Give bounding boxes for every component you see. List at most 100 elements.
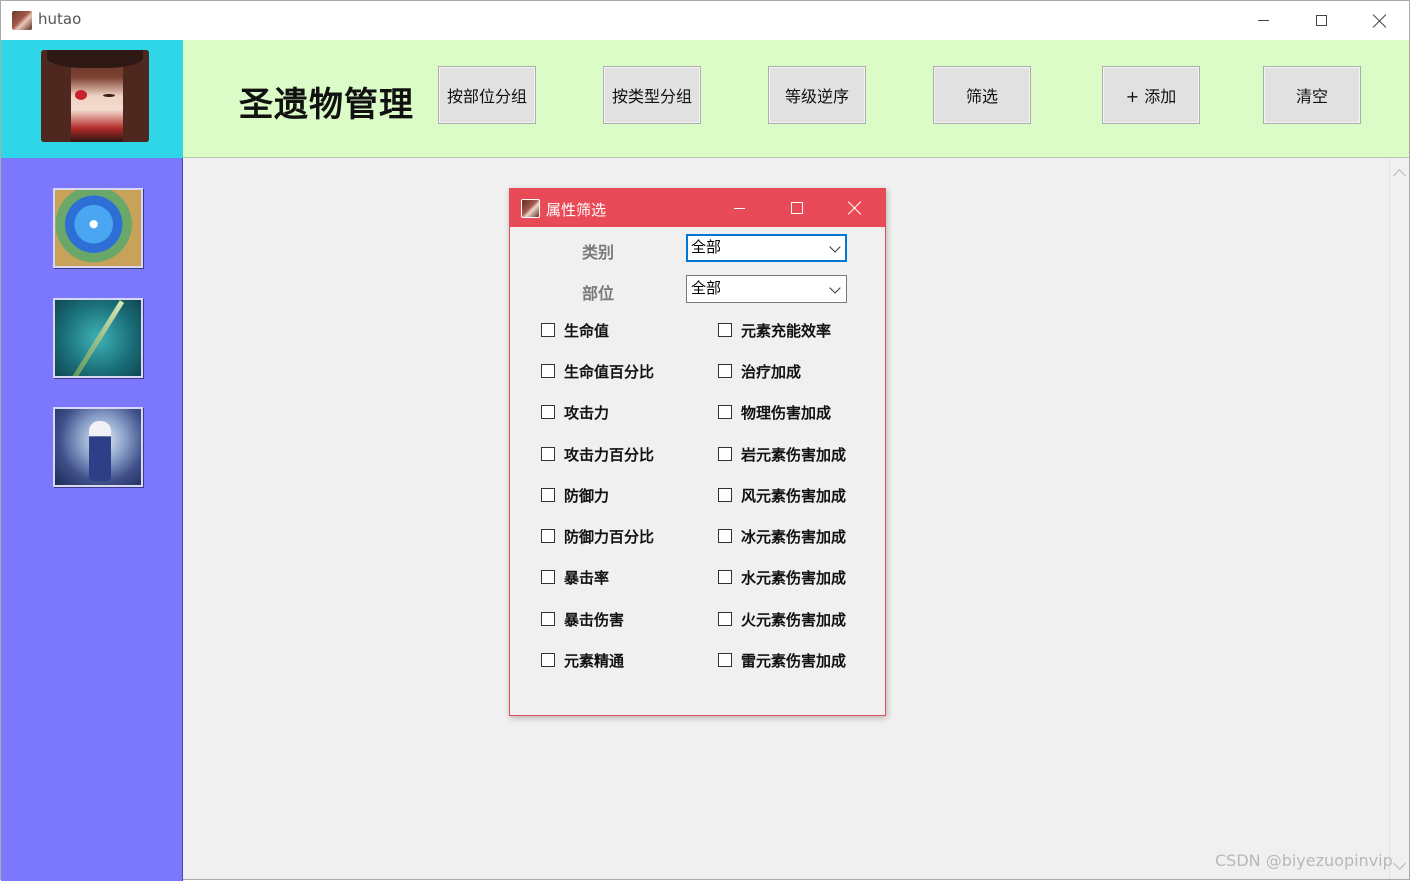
checkbox-label: 元素精通: [564, 651, 625, 670]
checkbox-cryo-dmg[interactable]: 冰元素伤害加成: [718, 525, 846, 547]
scroll-down-icon[interactable]: [1393, 857, 1406, 870]
checkbox-label: 冰元素伤害加成: [741, 527, 847, 546]
checkbox-physical-dmg[interactable]: 物理伤害加成: [718, 401, 831, 423]
checkbox-box[interactable]: [718, 612, 732, 626]
checkbox-box[interactable]: [718, 529, 732, 543]
checkbox-label: 岩元素伤害加成: [741, 445, 847, 464]
dialog-title: 属性筛选: [546, 201, 607, 219]
chevron-down-icon: [829, 241, 841, 253]
minimize-button[interactable]: [1234, 1, 1292, 40]
checkbox-label: 暴击伤害: [564, 610, 625, 629]
minimize-icon: [1257, 20, 1269, 21]
category-select-value: 全部: [691, 238, 722, 256]
checkbox-box[interactable]: [718, 323, 732, 337]
sidebar: [1, 158, 183, 881]
avatar[interactable]: [41, 50, 149, 142]
character-portrait-icon[interactable]: [53, 407, 143, 487]
checkbox-label: 治疗加成: [741, 362, 802, 381]
checkbox-box[interactable]: [718, 653, 732, 667]
slot-label: 部位: [582, 284, 615, 303]
dialog-app-icon: [521, 199, 540, 218]
checkbox-label: 生命值: [564, 321, 610, 340]
checkbox-hydro-dmg[interactable]: 水元素伤害加成: [718, 566, 846, 588]
checkbox-hp[interactable]: 生命值: [541, 319, 609, 341]
close-button[interactable]: [1351, 1, 1409, 40]
close-icon: [1373, 14, 1387, 28]
checkbox-box[interactable]: [541, 529, 555, 543]
title-bar[interactable]: hutao: [1, 1, 1409, 40]
main-window: hutao 圣遗物管理 按部位分组 按类型分组 等级逆序 筛选 + 添加 清空 …: [0, 0, 1410, 881]
clear-button[interactable]: 清空: [1263, 66, 1361, 124]
minimize-icon: [733, 207, 745, 209]
maximize-button[interactable]: [1292, 1, 1350, 40]
checkbox-atk[interactable]: 攻击力: [541, 401, 609, 423]
checkbox-atk-percent[interactable]: 攻击力百分比: [541, 443, 654, 465]
checkbox-box[interactable]: [718, 488, 732, 502]
close-icon: [848, 201, 862, 215]
dialog-minimize-button[interactable]: [710, 189, 768, 227]
checkbox-box[interactable]: [541, 323, 555, 337]
checkbox-box[interactable]: [541, 447, 555, 461]
flower-artifact-icon[interactable]: [53, 188, 143, 268]
checkbox-healing-bonus[interactable]: 治疗加成: [718, 360, 801, 382]
checkbox-def[interactable]: 防御力: [541, 484, 609, 506]
header-bar: 圣遗物管理 按部位分组 按类型分组 等级逆序 筛选 + 添加 清空: [183, 40, 1409, 158]
checkbox-box[interactable]: [718, 447, 732, 461]
chevron-down-icon: [829, 282, 841, 294]
checkbox-box[interactable]: [541, 405, 555, 419]
checkbox-label: 攻击力: [564, 403, 610, 422]
checkbox-box[interactable]: [541, 653, 555, 667]
checkbox-label: 暴击率: [564, 568, 610, 587]
maximize-icon: [791, 202, 803, 214]
app-icon: [12, 11, 32, 30]
checkbox-label: 攻击力百分比: [564, 445, 655, 464]
checkbox-energy-recharge[interactable]: 元素充能效率: [718, 319, 831, 341]
category-select[interactable]: 全部: [686, 234, 847, 262]
vertical-scrollbar[interactable]: [1389, 159, 1409, 879]
checkbox-def-percent[interactable]: 防御力百分比: [541, 525, 654, 547]
group-by-slot-button[interactable]: 按部位分组: [438, 66, 536, 124]
checkbox-label: 雷元素伤害加成: [741, 651, 847, 670]
checkbox-box[interactable]: [718, 570, 732, 584]
checkbox-electro-dmg[interactable]: 雷元素伤害加成: [718, 649, 846, 671]
checkbox-label: 生命值百分比: [564, 362, 655, 381]
level-reverse-button[interactable]: 等级逆序: [768, 66, 866, 124]
checkbox-label: 防御力: [564, 486, 610, 505]
checkbox-label: 物理伤害加成: [741, 403, 832, 422]
attribute-filter-dialog: 属性筛选 类别 全部 部位 全部 生命值 生命值百分比 攻击力 攻击力百分比 防…: [509, 188, 886, 716]
checkbox-box[interactable]: [718, 405, 732, 419]
watermark: CSDN @biyezuopinvip: [1215, 851, 1393, 870]
checkbox-box[interactable]: [541, 364, 555, 378]
page-title: 圣遗物管理: [239, 85, 414, 125]
checkbox-box[interactable]: [718, 364, 732, 378]
add-button[interactable]: + 添加: [1102, 66, 1200, 124]
checkbox-box[interactable]: [541, 488, 555, 502]
avatar-panel: [1, 40, 183, 158]
checkbox-label: 元素充能效率: [741, 321, 832, 340]
checkbox-label: 风元素伤害加成: [741, 486, 847, 505]
maximize-icon: [1315, 15, 1327, 26]
category-label: 类别: [582, 243, 615, 262]
checkbox-box[interactable]: [541, 612, 555, 626]
checkbox-crit-dmg[interactable]: 暴击伤害: [541, 608, 624, 630]
scroll-up-icon[interactable]: [1393, 169, 1406, 182]
window-title: hutao: [38, 10, 82, 28]
checkbox-label: 防御力百分比: [564, 527, 655, 546]
checkbox-hp-percent[interactable]: 生命值百分比: [541, 360, 654, 382]
checkbox-anemo-dmg[interactable]: 风元素伤害加成: [718, 484, 846, 506]
checkbox-elemental-mastery[interactable]: 元素精通: [541, 649, 624, 671]
filter-button[interactable]: 筛选: [933, 66, 1031, 124]
checkbox-crit-rate[interactable]: 暴击率: [541, 566, 609, 588]
slot-select-value: 全部: [691, 279, 722, 297]
dialog-maximize-button[interactable]: [768, 189, 826, 227]
checkbox-label: 火元素伤害加成: [741, 610, 847, 629]
checkbox-geo-dmg[interactable]: 岩元素伤害加成: [718, 443, 846, 465]
dialog-title-bar[interactable]: 属性筛选: [510, 189, 885, 227]
checkbox-label: 水元素伤害加成: [741, 568, 847, 587]
dialog-close-button[interactable]: [826, 189, 884, 227]
checkbox-box[interactable]: [541, 570, 555, 584]
staff-weapon-icon[interactable]: [53, 298, 143, 378]
checkbox-pyro-dmg[interactable]: 火元素伤害加成: [718, 608, 846, 630]
slot-select[interactable]: 全部: [686, 275, 847, 303]
group-by-type-button[interactable]: 按类型分组: [603, 66, 701, 124]
